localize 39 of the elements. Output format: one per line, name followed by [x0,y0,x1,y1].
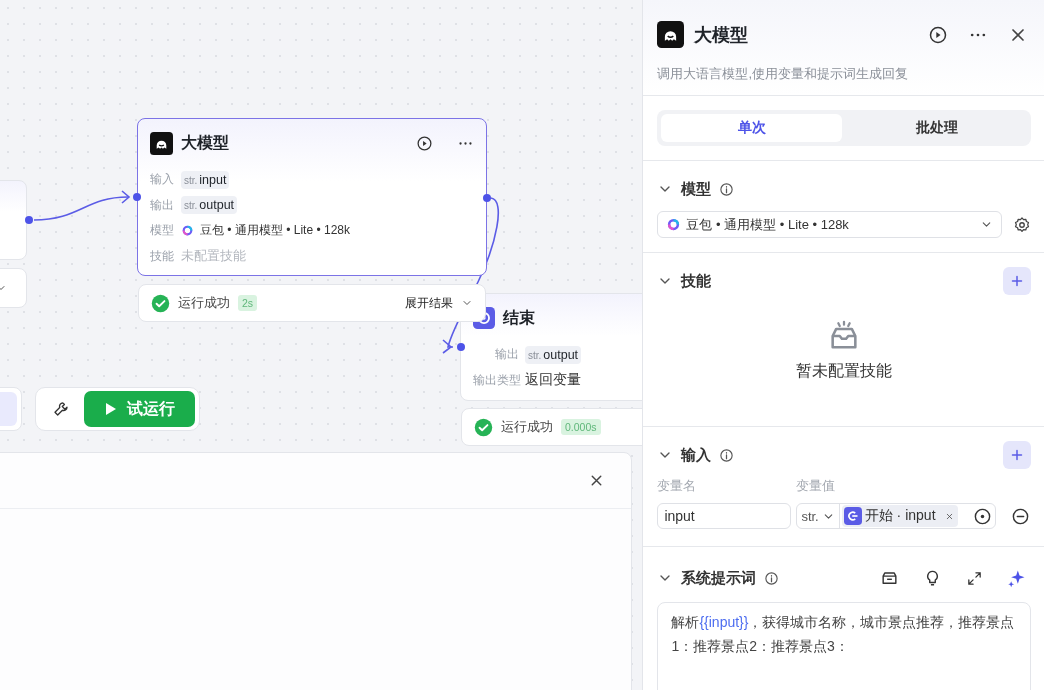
field-label: 输出 [494,346,519,364]
section-title: 技能 [681,271,712,291]
end-node-card[interactable]: 结束 输出 str. output 输出类型 返回变量 [460,293,643,401]
tab[interactable]: 批处理 [846,114,1027,142]
panel-title: 大模型 [694,23,750,47]
prompt-text: 解析{{input}}，获得城市名称，城市景点推荐，推荐景点1：推荐景点2：推荐景点3： [671,613,1016,656]
duration-badge: 0.000s [561,419,601,435]
node-title: 结束 [503,307,536,328]
variable-tag: str. input [181,170,230,189]
llm-node-card[interactable]: 大模型 输入 str. input 输出 str. output 模型 豆包 • 通用模型 • Lite • 128k 技能 未配置技能 [137,118,487,276]
variable-value-field[interactable]: str. 开始 · input [796,503,997,529]
field-value: 返回变量 [525,371,581,390]
section-title: 输入 [681,445,712,465]
status-text: 运行成功 [501,418,553,436]
field-label: 模型 [150,222,175,240]
field-label: 输出 [150,196,175,214]
section-title: 系统提示词 [681,568,757,588]
variable-name-field[interactable]: input [657,503,792,529]
variable-tag: str. output [525,345,582,364]
reference-tag: 开始 · input [841,505,958,527]
prompt-field[interactable]: 解析{{input}}，获得城市名称，城市景点推荐，推荐景点1：推荐景点2：推荐景点3： [657,602,1031,690]
field-label: 输出类型 [473,371,519,389]
section-title: 模型 [681,179,712,199]
status-text: 运行成功 [178,294,230,312]
model-name: 豆包 • 通用模型 • Lite • 128k [200,222,350,240]
empty-value: 未配置技能 [181,247,246,266]
field-label: 技能 [150,247,175,265]
variable-tag: str. output [181,196,238,215]
empty-state-text: 暂未配置技能 [796,361,893,381]
expand-results-link[interactable]: 展开结果 [405,295,453,311]
column-header: 变量名 [657,477,698,495]
model-select[interactable]: 豆包 • 通用模型 • Lite • 128k [657,211,1002,238]
column-header: 变量值 [796,477,836,495]
node-title: 大模型 [181,132,230,153]
duration-badge: 2s [238,295,258,311]
type-select[interactable]: str. [797,504,840,528]
tab[interactable]: 单次 [661,114,843,142]
field-label: 输入 [150,171,175,189]
panel-description: 调用大语言模型,使用变量和提示词生成回复 [657,65,909,83]
